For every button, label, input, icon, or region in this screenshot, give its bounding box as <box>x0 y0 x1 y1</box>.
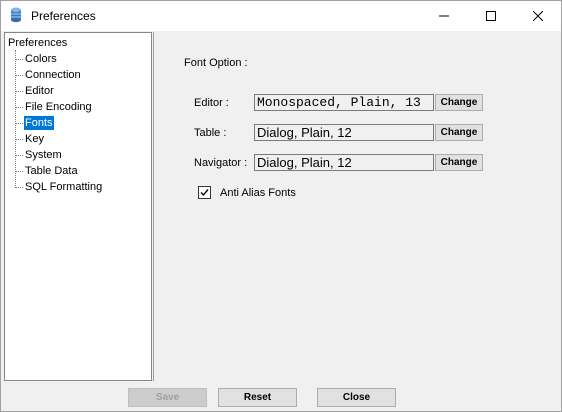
anti-alias-label[interactable]: Anti Alias Fonts <box>220 187 296 199</box>
tree-item-label: Connection <box>25 69 81 81</box>
table-font-label: Table : <box>194 127 227 139</box>
tree-branch <box>15 91 23 92</box>
minimize-button[interactable] <box>421 1 467 31</box>
tree-item-label: Colors <box>25 53 57 65</box>
navigator-change-button[interactable]: Change <box>435 154 483 171</box>
reset-button[interactable]: Reset <box>218 388 297 407</box>
checkmark-icon <box>200 189 209 197</box>
tree-branch <box>15 155 23 156</box>
title-bar[interactable]: Preferences <box>1 1 561 31</box>
editor-change-button[interactable]: Change <box>435 94 483 111</box>
close-icon <box>533 11 543 21</box>
table-font-field: Dialog, Plain, 12 <box>254 124 434 141</box>
tree-branch <box>15 123 23 124</box>
navigator-font-label: Navigator : <box>194 157 248 169</box>
editor-font-field: Monospaced, Plain, 13 <box>254 94 434 111</box>
tree-item-label: Editor <box>25 85 54 97</box>
maximize-button[interactable] <box>468 1 514 31</box>
minimize-icon <box>439 15 449 17</box>
tree-item-label: SQL Formatting <box>25 181 103 193</box>
tree-connector <box>15 50 16 188</box>
app-icon <box>11 7 21 23</box>
maximize-icon <box>486 11 496 21</box>
anti-alias-checkbox[interactable] <box>198 186 211 199</box>
editor-font-label: Editor : <box>194 97 229 109</box>
tree-item-label: File Encoding <box>25 101 92 113</box>
close-button[interactable]: Close <box>317 388 396 407</box>
fonts-panel: Font Option : Editor : Monospaced, Plain… <box>153 32 559 381</box>
save-button[interactable]: Save <box>128 388 207 407</box>
tree-item-label: Key <box>25 133 44 145</box>
preferences-window: Preferences Preferences Colors Connectio… <box>0 0 562 412</box>
tree-branch <box>15 75 23 76</box>
preferences-tree[interactable]: Preferences Colors Connection Editor Fil… <box>4 32 152 381</box>
tree-item-label: Fonts <box>24 116 54 130</box>
tree-branch <box>15 139 23 140</box>
section-title: Font Option : <box>184 57 248 69</box>
close-window-button[interactable] <box>515 1 561 31</box>
tree-item-label: System <box>25 149 62 161</box>
navigator-font-field: Dialog, Plain, 12 <box>254 154 434 171</box>
tree-branch <box>15 59 23 60</box>
tree-branch <box>15 107 23 108</box>
tree-root[interactable]: Preferences <box>8 37 67 49</box>
tree-branch <box>15 171 23 172</box>
tree-item-label: Table Data <box>25 165 78 177</box>
table-change-button[interactable]: Change <box>435 124 483 141</box>
window-title: Preferences <box>31 9 96 23</box>
tree-branch <box>15 187 23 188</box>
